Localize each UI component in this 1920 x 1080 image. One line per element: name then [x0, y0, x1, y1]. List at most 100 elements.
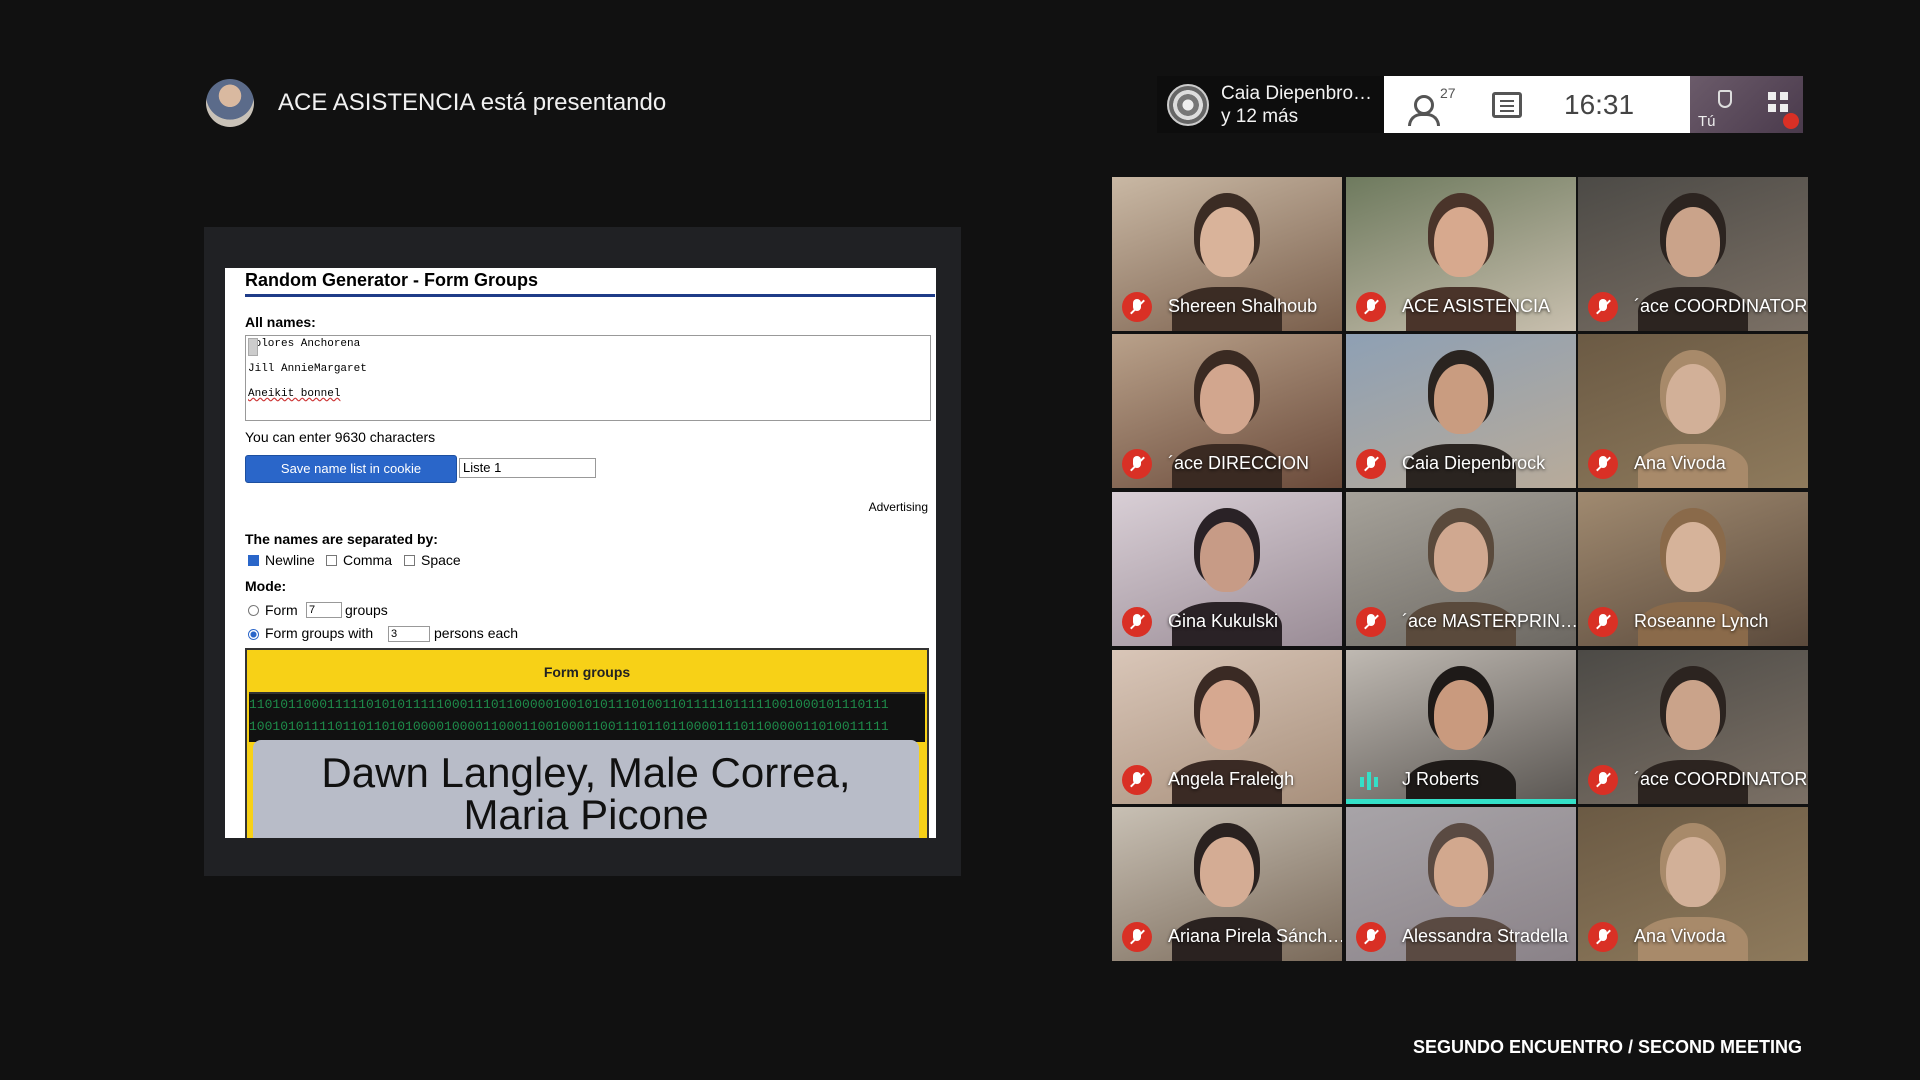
participant-tile[interactable]: ´ace DIRECCION: [1112, 334, 1342, 488]
presenting-participants-chip[interactable]: Caia Diepenbro… y 12 más: [1157, 76, 1384, 133]
participant-face: [1434, 837, 1488, 907]
self-view-tile[interactable]: Tú: [1690, 76, 1803, 133]
participant-tile[interactable]: ´ace COORDINATOR: [1578, 650, 1808, 804]
presenter-label: ACE ASISTENCIA está presentando: [278, 89, 667, 116]
result-line: Maria Picone: [463, 791, 709, 838]
participant-face: [1434, 207, 1488, 277]
participant-tile[interactable]: ´ace COORDINATOR: [1578, 177, 1808, 331]
separator-label: The names are separated by:: [245, 531, 438, 547]
mode-groups-with-label: Form groups with: [265, 625, 374, 641]
participant-name: Roseanne Lynch: [1634, 611, 1769, 631]
participant-tile[interactable]: Alessandra Stradella: [1346, 807, 1576, 961]
space-label: Space: [421, 552, 461, 568]
mode-form-radio[interactable]: [248, 605, 259, 616]
mic-off-icon: [1356, 449, 1386, 479]
binary-line: 1001010111101101101010000100001100011001…: [249, 719, 889, 734]
presenter-header: ACE ASISTENCIA está presentando: [206, 79, 666, 127]
participant-face: [1200, 207, 1254, 277]
save-name-list-button[interactable]: Save name list in cookie: [245, 455, 457, 483]
people-count: 27: [1440, 84, 1456, 101]
shared-browser-page: Random Generator - Form Groups All names…: [225, 268, 936, 838]
participant-name: Angela Fraleigh: [1168, 769, 1295, 789]
participant-name: ´ace COORDINATOR: [1634, 296, 1808, 316]
chars-remaining: You can enter 9630 characters: [245, 429, 436, 445]
mic-off-icon: [1356, 607, 1386, 637]
mic-off-icon: [1588, 765, 1618, 795]
participant-face: [1434, 364, 1488, 434]
comma-checkbox[interactable]: [326, 555, 337, 566]
results-panel: Form groups 1101011000111110101011111000…: [245, 648, 929, 838]
participant-name: Alessandra Stradella: [1402, 926, 1569, 946]
people-icon[interactable]: 27: [1406, 84, 1456, 126]
participant-name: Caia Diepenbrock: [1402, 453, 1546, 473]
participant-face: [1666, 207, 1720, 277]
participant-name: Shereen Shalhoub: [1168, 296, 1318, 316]
mic-off-icon: [1122, 292, 1152, 322]
participant-tile[interactable]: J Roberts: [1346, 650, 1576, 804]
speaking-bar: [1346, 799, 1576, 804]
participant-tile[interactable]: Gina Kukulski: [1112, 492, 1342, 646]
space-checkbox[interactable]: [404, 555, 415, 566]
pin-icon[interactable]: [1718, 90, 1732, 108]
participant-tile[interactable]: Shereen Shalhoub: [1112, 177, 1342, 331]
clock: 16:31: [1564, 88, 1635, 120]
speaking-indicator-icon: [1360, 772, 1380, 790]
mic-off-icon: [1122, 607, 1152, 637]
newline-label: Newline: [265, 552, 315, 568]
participant-name: Ana Vivoda: [1634, 926, 1726, 946]
advertising-label: Advertising: [868, 500, 928, 514]
mic-off-icon: [1356, 922, 1386, 952]
binary-line: 1101011000111110101011111000111011000001…: [249, 697, 889, 712]
mic-off-icon: [1122, 922, 1152, 952]
persons-each-label: persons each: [434, 625, 519, 641]
list-name-input[interactable]: Liste 1: [459, 458, 596, 478]
chip-label: Caia Diepenbro… y 12 más: [1221, 82, 1372, 128]
participant-face: [1434, 522, 1488, 592]
participant-face: [1200, 680, 1254, 750]
mic-off-icon: [1588, 292, 1618, 322]
participant-name: ACE ASISTENCIA: [1402, 296, 1551, 316]
layout-grid-icon[interactable]: [1768, 92, 1788, 112]
participant-tile[interactable]: Caia Diepenbrock: [1346, 334, 1576, 488]
textarea-scrollbar[interactable]: [248, 338, 258, 356]
form-groups-button[interactable]: Form groups: [249, 652, 925, 694]
names-textarea[interactable]: Dolores Anchorena Jill AnnieMargaret Ane…: [245, 335, 931, 421]
participant-tile[interactable]: Angela Fraleigh: [1112, 650, 1342, 804]
participant-name: ´ace COORDINATOR: [1634, 769, 1808, 789]
participant-name: Gina Kukulski: [1168, 611, 1279, 631]
chip-line2: y 12 más: [1221, 105, 1299, 127]
mic-off-icon: [1122, 765, 1152, 795]
groups-label: groups: [345, 602, 388, 618]
avatar: [206, 79, 254, 127]
participant-tile[interactable]: Ariana Pirela Sánch…: [1112, 807, 1342, 961]
participant-face: [1666, 522, 1720, 592]
participant-name: Ana Vivoda: [1634, 453, 1726, 473]
participant-name: ´ace MASTERPRIN…: [1402, 611, 1576, 631]
persons-count-input[interactable]: 3: [388, 626, 430, 642]
participant-tile[interactable]: Roseanne Lynch: [1578, 492, 1808, 646]
participant-tile[interactable]: Ana Vivoda: [1578, 807, 1808, 961]
participant-face: [1200, 837, 1254, 907]
chat-icon[interactable]: [1492, 91, 1522, 118]
mode-groups-with-radio[interactable]: [248, 629, 259, 640]
participant-face: [1666, 680, 1720, 750]
page-title: Random Generator - Form Groups: [245, 268, 935, 297]
self-label: Tú: [1698, 113, 1716, 130]
participant-tile[interactable]: Ana Vivoda: [1578, 334, 1808, 488]
meeting-toolbar: Caia Diepenbro… y 12 más 27 16:31 Tú: [1157, 76, 1803, 133]
participant-face: [1666, 364, 1720, 434]
mic-off-icon: [1588, 449, 1618, 479]
meeting-controls: 27 16:31: [1384, 76, 1690, 133]
participant-face: [1200, 364, 1254, 434]
participant-face: [1666, 837, 1720, 907]
binary-animation: 1101011000111110101011111000111011000001…: [249, 694, 925, 742]
groups-count-input[interactable]: 7: [306, 602, 342, 618]
name-line: Dolores Anchorena: [248, 338, 361, 350]
chip-line1: Caia Diepenbro…: [1221, 82, 1373, 104]
participant-tile[interactable]: ACE ASISTENCIA: [1346, 177, 1576, 331]
mic-off-icon: [1783, 113, 1799, 129]
newline-checkbox[interactable]: [248, 555, 259, 566]
mic-off-icon: [1588, 922, 1618, 952]
participant-name: J Roberts: [1402, 769, 1480, 789]
participant-tile[interactable]: ´ace MASTERPRIN…: [1346, 492, 1576, 646]
